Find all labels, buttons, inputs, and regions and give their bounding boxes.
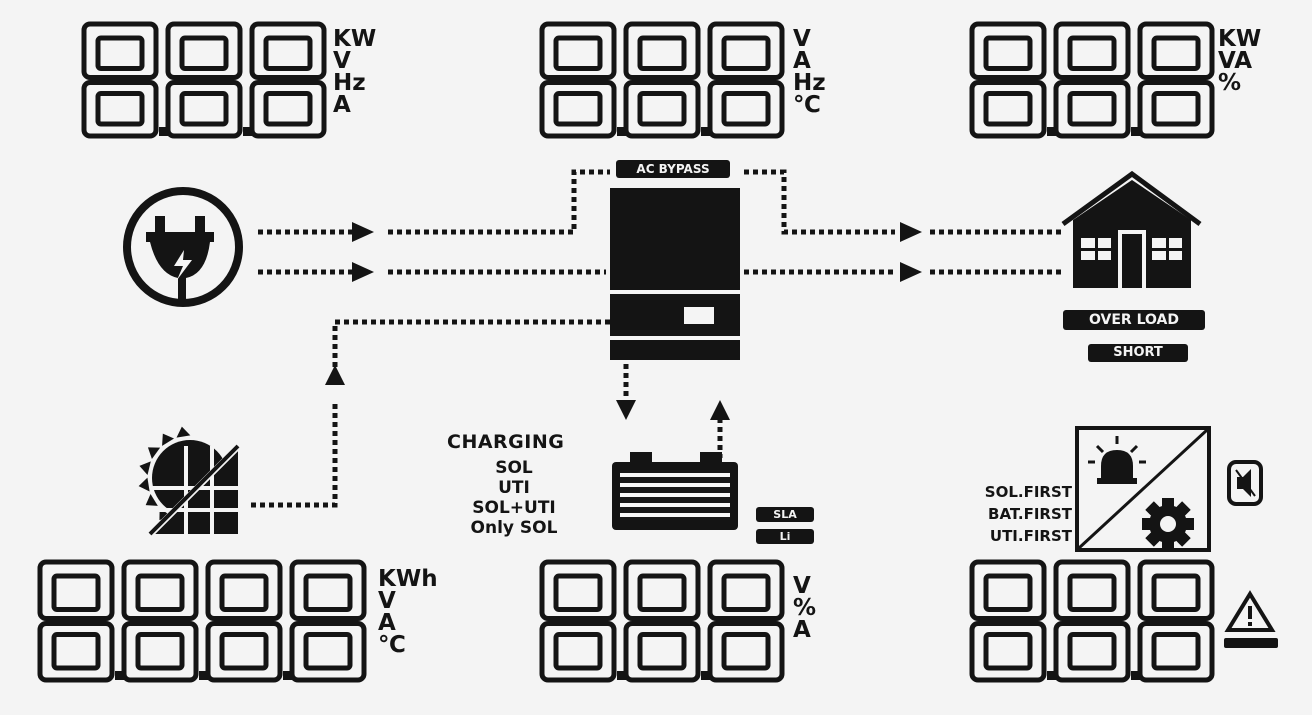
seven-segment-digit <box>1053 21 1131 139</box>
unit-label: KW <box>1218 26 1262 52</box>
warning-icon <box>1224 590 1278 648</box>
seven-segment-digit <box>37 559 115 683</box>
seven-segment-digit <box>121 559 199 683</box>
charging-modes: SOL UTI SOL+UTI Only SOL <box>440 458 588 538</box>
priority-sol-first: SOL.FIRST <box>984 483 1072 501</box>
digits-top-left <box>81 21 327 139</box>
seven-segment-digit <box>623 559 701 683</box>
seven-segment-digit <box>623 21 701 139</box>
unit-label: VA <box>1218 48 1253 74</box>
seven-segment-digit <box>1137 559 1215 683</box>
unit-label: ℃ <box>793 92 821 118</box>
seven-segment-digit <box>1137 21 1215 139</box>
unit-label: Hz <box>793 70 826 96</box>
flow-line <box>388 169 610 235</box>
digits-top-center <box>539 21 785 139</box>
unit-label: V <box>333 48 351 74</box>
priority-bat-first: BAT.FIRST <box>988 505 1072 523</box>
flow-arrow-right <box>900 222 922 242</box>
speaker-mute-icon <box>1227 460 1263 506</box>
units-bottom-center: V % A <box>793 573 817 643</box>
plug-icon <box>123 187 243 307</box>
unit-label: KW <box>333 26 377 52</box>
flow-arrow-down <box>616 400 636 420</box>
units-top-right: KW VA % <box>1218 26 1262 96</box>
priority-uti-first: UTI.FIRST <box>989 527 1072 545</box>
overload-badge: OVER LOAD <box>1063 310 1205 330</box>
ac-bypass-badge: AC BYPASS <box>616 160 730 178</box>
flow-line <box>744 169 895 235</box>
seven-segment-digit <box>289 559 367 683</box>
sla-badge: SLA <box>756 507 814 522</box>
battery-icon <box>612 452 738 530</box>
li-badge: Li <box>756 529 814 544</box>
gear-icon <box>1142 498 1194 550</box>
unit-label: KWh <box>378 566 438 592</box>
seven-segment-digit <box>707 21 785 139</box>
charging-mode-only-sol: Only SOL <box>470 518 558 538</box>
seven-segment-digit <box>707 559 785 683</box>
charging-mode-sol: SOL <box>495 458 533 478</box>
bulb-icon <box>1088 436 1146 484</box>
flow-arrow-up <box>710 400 730 420</box>
unit-label: A <box>333 92 351 118</box>
seven-segment-digit <box>249 21 327 139</box>
unit-label: V <box>793 573 811 599</box>
flow-arrow-right <box>900 262 922 282</box>
digits-bottom-right <box>969 559 1215 683</box>
flow-line <box>332 319 610 388</box>
seven-segment-digit <box>969 21 1047 139</box>
seven-segment-digit <box>969 559 1047 683</box>
seven-segment-digit <box>81 21 159 139</box>
units-top-center: V A Hz ℃ <box>793 26 826 118</box>
charging-mode-sol-uti: SOL+UTI <box>472 498 556 518</box>
unit-label: V <box>793 26 811 52</box>
unit-label: ℃ <box>378 632 406 658</box>
house-icon <box>1061 170 1202 288</box>
unit-label: A <box>793 617 811 643</box>
flow-arrow-right <box>352 262 374 282</box>
unit-label: V <box>378 588 396 614</box>
unit-label: % <box>793 595 817 621</box>
inverter-icon <box>610 188 740 360</box>
unit-label: A <box>793 48 811 74</box>
flow-arrow-right <box>352 222 374 242</box>
charging-mode-uti: UTI <box>498 478 530 498</box>
flow-arrow-up <box>325 365 345 385</box>
unit-label: Hz <box>333 70 366 96</box>
solar-panel-icon <box>138 426 243 541</box>
lcd-panel: KW V Hz A V A Hz ℃ KW VA % KWh V A ℃ V %… <box>0 0 1312 715</box>
unit-label: A <box>378 610 396 636</box>
seven-segment-digit <box>205 559 283 683</box>
seven-segment-digit <box>539 21 617 139</box>
short-badge: SHORT <box>1088 344 1188 362</box>
digits-top-right <box>969 21 1215 139</box>
unit-label: % <box>1218 70 1242 96</box>
flow-line <box>248 404 338 508</box>
seven-segment-digit <box>1053 559 1131 683</box>
digits-bottom-left <box>37 559 367 683</box>
seven-segment-digit <box>539 559 617 683</box>
digits-bottom-center <box>539 559 785 683</box>
seven-segment-digit <box>165 21 243 139</box>
charging-label: CHARGING <box>447 431 565 453</box>
output-priority: SOL.FIRST BAT.FIRST UTI.FIRST <box>900 481 1072 547</box>
units-bottom-left: KWh V A ℃ <box>378 566 438 658</box>
units-top-left: KW V Hz A <box>333 26 377 118</box>
